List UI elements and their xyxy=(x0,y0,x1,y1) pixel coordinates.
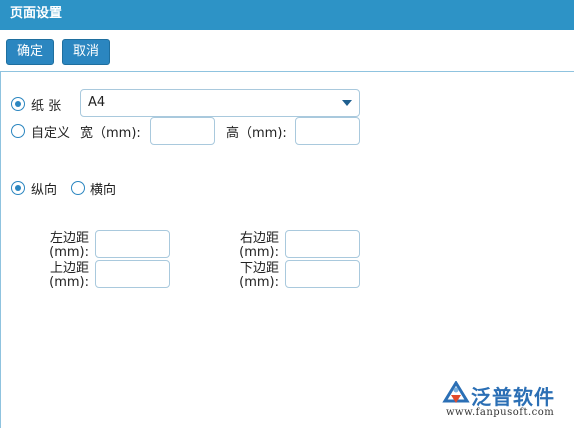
custom-size-label: 自定义 xyxy=(31,126,71,141)
height-input[interactable] xyxy=(295,117,360,145)
right-margin-input[interactable] xyxy=(285,230,360,258)
page-settings-panel: 纸 张 A4 自定义 宽（mm): 高（mm): 纵向 横向 左边距(mm): … xyxy=(0,72,574,428)
logo-url: www.fanpusoft.com xyxy=(446,407,555,418)
fanpu-logo-icon xyxy=(442,381,470,403)
paper-size-label: 纸 张 xyxy=(31,99,62,114)
paper-size-value: A4 xyxy=(88,95,106,110)
toolbar: 确定 取消 xyxy=(0,30,574,72)
paper-size-radio[interactable] xyxy=(11,97,25,111)
left-margin-input[interactable] xyxy=(95,230,170,258)
landscape-radio[interactable] xyxy=(71,181,85,195)
landscape-label: 横向 xyxy=(90,183,117,198)
custom-size-radio[interactable] xyxy=(11,124,25,138)
width-input[interactable] xyxy=(150,117,215,145)
cancel-button[interactable]: 取消 xyxy=(62,39,110,65)
fanpusoft-logo: 泛普软件 www.fanpusoft.com xyxy=(440,381,570,423)
top-margin-label: 上边距(mm): xyxy=(49,261,89,290)
paper-size-select[interactable]: A4 xyxy=(80,89,360,117)
bottom-margin-label: 下边距(mm): xyxy=(239,261,279,290)
logo-name: 泛普软件 xyxy=(471,385,555,409)
height-label: 高（mm): xyxy=(226,126,287,141)
portrait-label: 纵向 xyxy=(31,183,58,198)
bottom-margin-input[interactable] xyxy=(285,260,360,288)
right-margin-label: 右边距(mm): xyxy=(239,231,279,260)
window-title: 页面设置 xyxy=(0,0,574,30)
ok-button[interactable]: 确定 xyxy=(6,39,54,65)
width-label: 宽（mm): xyxy=(80,126,141,141)
top-margin-input[interactable] xyxy=(95,260,170,288)
left-margin-label: 左边距(mm): xyxy=(49,231,89,260)
chevron-down-icon xyxy=(342,100,352,106)
portrait-radio[interactable] xyxy=(11,181,25,195)
